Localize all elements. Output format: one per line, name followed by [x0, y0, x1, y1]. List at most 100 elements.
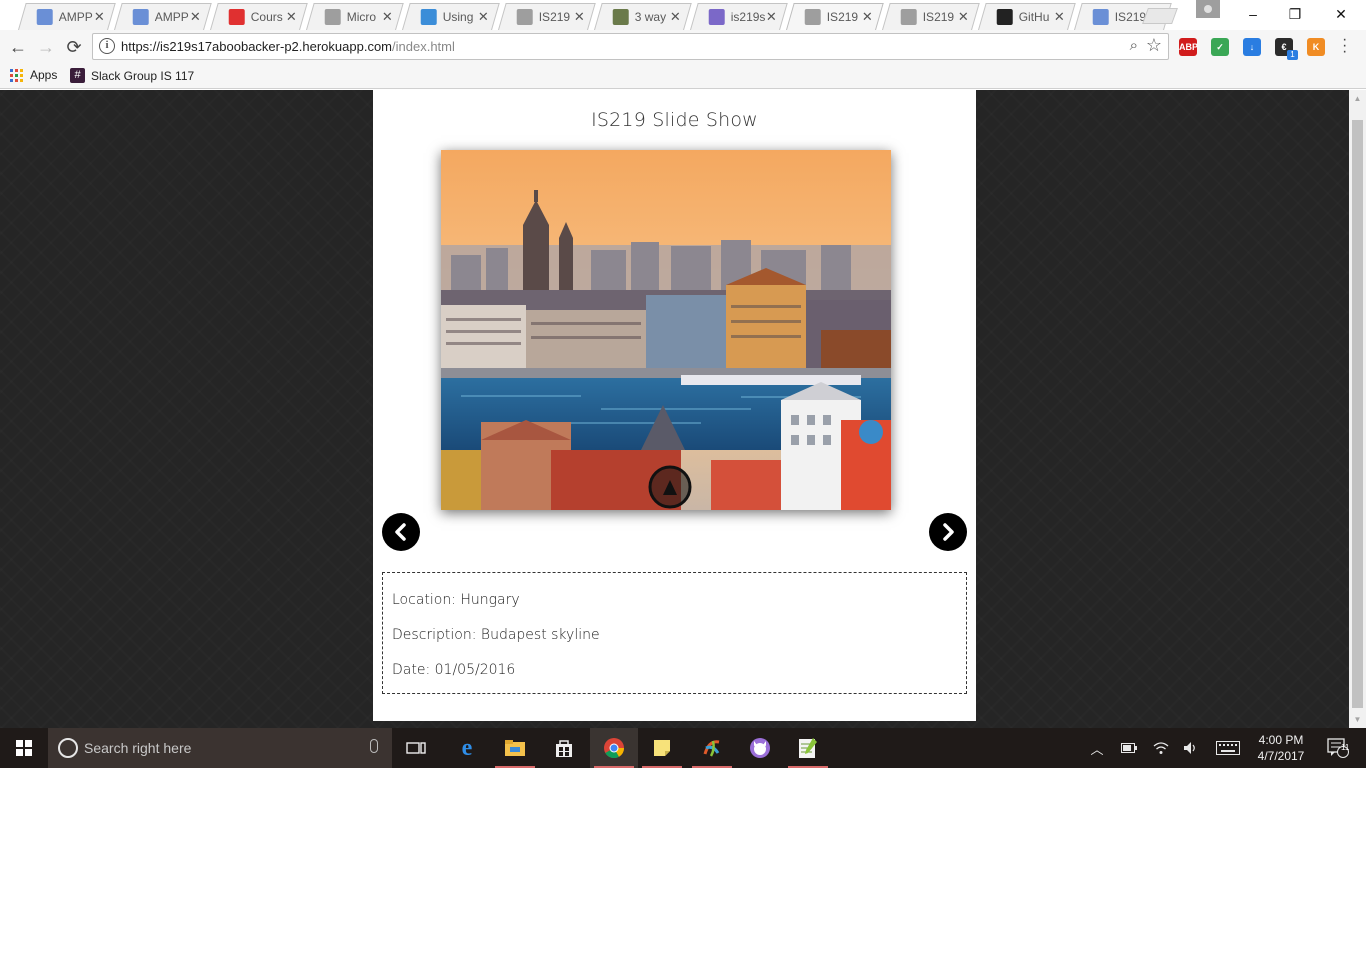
- shield-extension-icon[interactable]: ✓: [1211, 38, 1229, 56]
- tab-title: Cours: [250, 10, 283, 24]
- action-center-button[interactable]: 11: [1322, 728, 1354, 768]
- wifi-icon[interactable]: [1150, 728, 1172, 768]
- page-scrollbar[interactable]: ▲ ▼: [1349, 90, 1366, 728]
- taskbar-app-task-view[interactable]: [392, 728, 440, 768]
- tab-close-icon[interactable]: ✕: [574, 9, 585, 25]
- tab-title: IS219: [922, 10, 955, 24]
- tab-title: IS219: [538, 10, 571, 24]
- browser-tab[interactable]: Cours ✕: [210, 3, 308, 30]
- previous-slide-button[interactable]: [382, 513, 420, 551]
- page-icon: [900, 9, 917, 25]
- bookmark-apps[interactable]: Apps: [10, 68, 57, 82]
- profile-button[interactable]: [1196, 0, 1220, 18]
- browser-tab[interactable]: AMPP ✕: [18, 3, 116, 30]
- browser-tab[interactable]: IS219✕: [786, 3, 884, 30]
- budapest-skyline-photo: [441, 150, 891, 510]
- clock-time: 4:00 PM: [1258, 733, 1304, 747]
- taskbar-search-box[interactable]: Search right here: [48, 728, 392, 768]
- taskbar-app-github-desktop[interactable]: [736, 728, 784, 768]
- page-icon: [804, 9, 821, 25]
- tab-title: IS219: [826, 10, 859, 24]
- tab-close-icon[interactable]: ✕: [670, 9, 681, 25]
- browser-tab[interactable]: Micro ✕: [306, 3, 404, 30]
- slide-details-box: Location: Hungary Description: Budapest …: [382, 572, 967, 694]
- taskbar-app-chrome[interactable]: [590, 728, 638, 768]
- browser-tab[interactable]: IS219✕: [882, 3, 980, 30]
- scroll-up-arrow-icon[interactable]: ▲: [1349, 90, 1366, 107]
- tab-content: IS219✕: [887, 4, 975, 30]
- taskbar-app-sticky-notes[interactable]: [638, 728, 686, 768]
- orange-extension-icon[interactable]: K: [1307, 38, 1325, 56]
- tab-content: GitHu ✕: [983, 4, 1071, 30]
- next-slide-button[interactable]: [929, 513, 967, 551]
- start-button[interactable]: [0, 728, 48, 768]
- edge-icon: e: [461, 734, 473, 761]
- page-icon: [516, 9, 533, 25]
- tab-close-icon[interactable]: ✕: [94, 9, 105, 25]
- bookmark-slack[interactable]: # Slack Group IS 117: [70, 68, 194, 83]
- taskbar-app-edge[interactable]: e: [443, 728, 491, 768]
- url-path: /index.html: [392, 39, 455, 54]
- browser-tab[interactable]: 3 way ✕: [594, 3, 692, 30]
- search-placeholder: Search right here: [84, 740, 192, 756]
- task-view-icon: [405, 737, 427, 759]
- url-text[interactable]: https://is219s17aboobacker-p2.herokuapp.…: [121, 39, 455, 54]
- taskbar-app-ampps[interactable]: [688, 728, 736, 768]
- volume-icon[interactable]: [1180, 728, 1202, 768]
- zoom-icon[interactable]: ⌕: [1130, 37, 1138, 54]
- tab-content: AMPP ✕: [23, 4, 111, 30]
- scroll-down-arrow-icon[interactable]: ▼: [1349, 711, 1366, 728]
- close-window-button[interactable]: ✕: [1318, 2, 1364, 26]
- apps-grid-icon: [10, 68, 23, 82]
- minimize-button[interactable]: –: [1230, 2, 1276, 26]
- browser-tab[interactable]: GitHu ✕: [978, 3, 1076, 30]
- tab-content: IS219✕: [503, 4, 591, 30]
- browser-tab[interactable]: AMPP ✕: [114, 3, 212, 30]
- scrollbar-thumb[interactable]: [1352, 120, 1363, 708]
- site-info-icon[interactable]: i: [99, 38, 115, 54]
- taskbar-app-store[interactable]: [540, 728, 588, 768]
- touch-keyboard-icon[interactable]: [1214, 728, 1242, 768]
- tab-content: Using ✕: [407, 4, 495, 30]
- tab-content: 3 way ✕: [599, 4, 687, 30]
- ampps-icon: [701, 737, 723, 759]
- tab-close-icon[interactable]: ✕: [766, 9, 777, 25]
- tab-content: Micro ✕: [311, 4, 399, 30]
- bookmark-star-icon[interactable]: ☆: [1146, 35, 1162, 56]
- show-hidden-icons-button[interactable]: ︿: [1086, 728, 1108, 768]
- ampp-icon: [1092, 9, 1109, 25]
- profile-icon: [1204, 5, 1212, 13]
- browser-tab[interactable]: Using ✕: [402, 3, 500, 30]
- adblock-icon[interactable]: ABP: [1179, 38, 1198, 56]
- chrome-menu-icon[interactable]: · · ·: [1342, 32, 1347, 60]
- tab-close-icon[interactable]: ✕: [862, 9, 873, 25]
- forward-button[interactable]: →: [34, 35, 58, 59]
- battery-icon[interactable]: [1118, 728, 1140, 768]
- tab-close-icon[interactable]: ✕: [478, 9, 489, 25]
- tab-title: is219s: [730, 10, 766, 24]
- new-tab-button[interactable]: [1142, 8, 1178, 24]
- taskbar-app-notepad-plus[interactable]: [784, 728, 832, 768]
- tab-close-icon[interactable]: ✕: [1054, 9, 1065, 25]
- page-viewport: IS219 Slide Show Location: Hungary Descr…: [0, 90, 1349, 728]
- tab-close-icon[interactable]: ✕: [382, 9, 393, 25]
- chevron-up-icon: ︿: [1090, 741, 1104, 757]
- tab-close-icon[interactable]: ✕: [286, 9, 297, 25]
- store-icon: [553, 737, 575, 759]
- browser-tab[interactable]: is219s ✕: [690, 3, 788, 30]
- bookmark-label: Slack Group IS 117: [91, 68, 195, 83]
- taskbar-app-file-explorer[interactable]: [491, 728, 539, 768]
- download-extension-icon[interactable]: ↓: [1243, 38, 1261, 56]
- taskbar-clock[interactable]: 4:00 PM 4/7/2017: [1248, 732, 1314, 764]
- microphone-icon[interactable]: [370, 739, 378, 753]
- maximize-button[interactable]: ❐: [1272, 2, 1318, 26]
- file-explorer-icon: [504, 737, 526, 759]
- reload-button[interactable]: ⟳: [62, 35, 86, 59]
- back-button[interactable]: ←: [6, 35, 30, 59]
- tab-content: Cours ✕: [215, 4, 303, 30]
- browser-tab[interactable]: IS219✕: [498, 3, 596, 30]
- tab-close-icon[interactable]: ✕: [958, 9, 969, 25]
- tab-close-icon[interactable]: ✕: [190, 9, 201, 25]
- close-icon: ✕: [1335, 6, 1347, 22]
- address-bar[interactable]: i https://is219s17aboobacker-p2.herokuap…: [92, 33, 1169, 60]
